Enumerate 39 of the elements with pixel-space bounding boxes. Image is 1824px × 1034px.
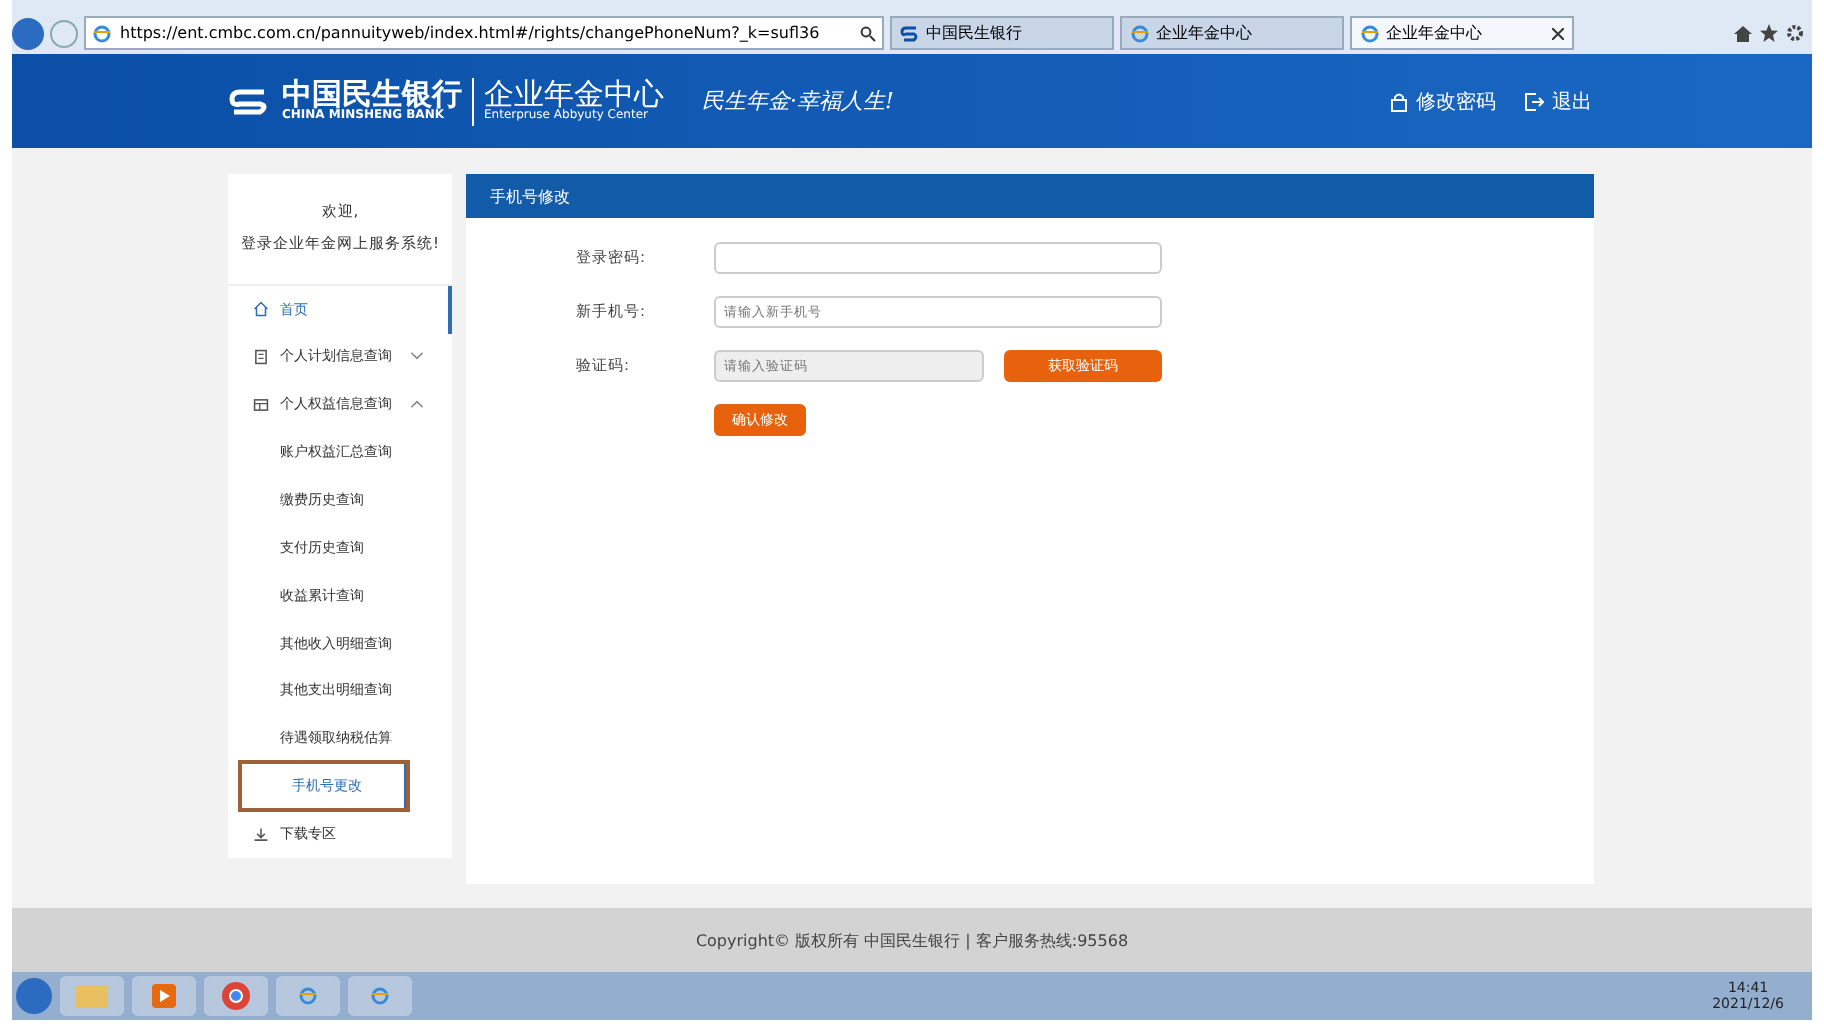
home-icon <box>252 300 270 319</box>
browser-tab[interactable]: 企业年金中心 <box>1120 16 1344 50</box>
header-link[interactable]: 修改密码 <box>1390 87 1496 115</box>
browser-icon <box>222 982 250 1010</box>
card-icon <box>252 395 270 414</box>
center-name: 企业年金中心 <box>484 80 664 110</box>
taskbar-icon[interactable] <box>276 976 340 1016</box>
star-icon[interactable] <box>1760 24 1778 42</box>
ie-icon <box>1130 23 1150 43</box>
doc-icon <box>252 347 270 366</box>
bank-logo-icon <box>900 23 920 43</box>
home-icon[interactable] <box>1734 24 1752 42</box>
media-player-icon <box>152 984 176 1008</box>
panel-title: 手机号修改 <box>466 174 1594 218</box>
address-bar[interactable]: https://ent.cmbc.com.cn/pannuityweb/index.html#/rights/changePhoneNum?_k=sufl36 <box>84 16 884 50</box>
ie-icon <box>370 986 390 1006</box>
chevron-icon <box>410 352 424 361</box>
browser-tab[interactable]: 中国民生银行 <box>890 16 1114 50</box>
settings-icon[interactable] <box>1786 24 1804 42</box>
ie-icon <box>1360 23 1380 43</box>
bank-logo-icon <box>228 85 272 117</box>
close-icon[interactable] <box>1552 27 1564 39</box>
lock-icon <box>1390 91 1408 111</box>
ie-icon <box>298 986 318 1006</box>
header-link[interactable]: 退出 <box>1524 87 1592 115</box>
taskbar-icon[interactable] <box>132 976 196 1016</box>
footer-text: Copyright© 版权所有 中国民生银行 | 客户服务热线:95568 <box>695 929 1129 951</box>
bank-name: 中国民生银行 <box>282 80 462 110</box>
browser-tab[interactable]: 企业年金中心 <box>1350 16 1574 50</box>
folder-icon <box>76 984 108 1008</box>
input-field[interactable] <box>714 241 1162 273</box>
exit-icon <box>1524 91 1544 111</box>
slogan: 民生年金·幸福人生! <box>702 86 894 116</box>
taskbar-icon[interactable] <box>204 976 268 1016</box>
download-icon <box>252 825 270 844</box>
taskbar-icon[interactable] <box>348 976 412 1016</box>
chevron-icon <box>410 400 424 409</box>
search-icon[interactable] <box>860 25 876 41</box>
ie-icon <box>92 23 112 43</box>
